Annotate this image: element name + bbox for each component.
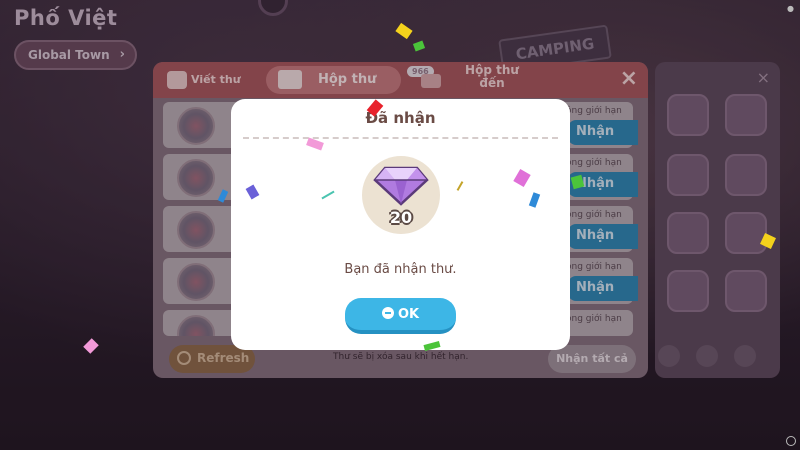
purple-gem-icon [373, 166, 429, 206]
ok-button[interactable]: OK [345, 298, 456, 334]
mic-icon: ● [787, 4, 794, 13]
reward-dialog: Đã nhận 20 Bạn đã nhận thư. OK [231, 99, 570, 350]
dialog-divider [243, 137, 558, 139]
ok-label: OK [397, 307, 420, 322]
minus-circle-icon [381, 307, 394, 319]
settings-corner-icon [786, 436, 796, 446]
reward-quantity: 20 [389, 208, 413, 227]
dialog-title: Đã nhận [365, 109, 436, 127]
dialog-message: Bạn đã nhận thư. [344, 262, 457, 277]
reward-item: 20 [362, 156, 440, 234]
